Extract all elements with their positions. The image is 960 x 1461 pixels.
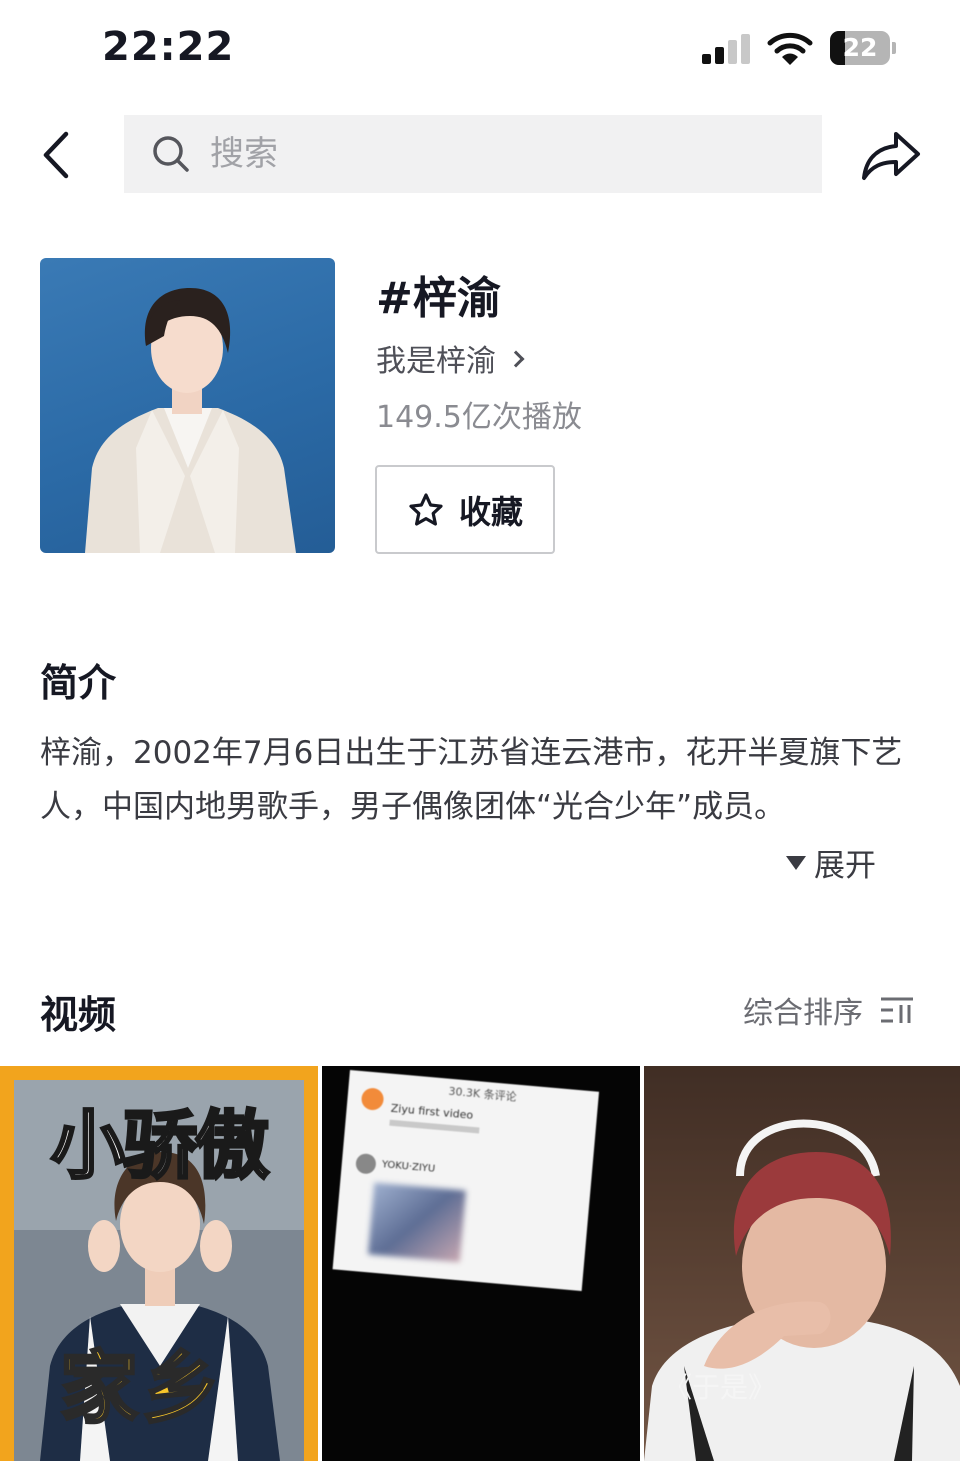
intro-heading: 简介 [40,661,117,705]
creator-name: 我是梓渝 [376,344,496,379]
comment-screenshot: 30.3K 条评论 Ziyu first video YOKU·ZIYU [332,1070,600,1292]
videos-heading: 视频 [40,993,117,1037]
caret-down-icon [786,855,806,870]
comment-text: Ziyu first video [390,1101,474,1122]
topic-page: 22:22 22 搜索 #梓渝 我是梓渝 149.5亿次播放 收藏 简介 梓渝，… [0,0,960,1461]
sort-label: 综合排序 [743,996,863,1031]
portrait-illustration [85,288,296,553]
creator-link[interactable]: 我是梓渝 [376,336,525,380]
expand-label: 展开 [814,848,876,884]
favorite-button[interactable]: 收藏 [375,465,555,554]
battery-level: 22 [842,33,878,62]
blurred-photo [368,1182,466,1263]
search-input[interactable] [210,115,800,193]
intro-text: 梓渝，2002年7月6日出生于江苏省连云港市，花开半夏旗下艺人，中国内地男歌手，… [40,735,903,825]
star-icon [409,492,443,526]
video-title-bottom: 家乡 [58,1343,225,1436]
comments-header: 30.3K 条评论 [447,1084,518,1104]
search-icon [153,136,189,172]
status-time: 22:22 [102,24,235,70]
video-grid: 小骄傲 家乡 30.3K 条评论 Ziyu first video YOKU·Z… [0,1066,960,1461]
expand-button[interactable]: 展开 [786,840,876,885]
comment-meta [389,1119,480,1134]
topic-title: #梓渝 [376,273,501,324]
sort-filter-icon [881,997,913,1023]
wifi-icon [767,32,813,65]
search-bar[interactable] [124,115,822,193]
avatar [355,1152,377,1175]
cellular-signal-icon [702,34,752,64]
video-tile[interactable]: 30.3K 条评论 Ziyu first video YOKU·ZIYU [322,1066,640,1461]
sort-button[interactable]: 综合排序 [743,988,915,1032]
video-tile[interactable]: 《于是》 [644,1066,960,1461]
video-caption: 《于是》 [664,1371,777,1404]
favorite-label: 收藏 [458,492,523,531]
avatar [360,1087,385,1111]
back-icon[interactable] [36,130,80,180]
battery-icon: 22 [830,31,896,65]
video-tile[interactable]: 小骄傲 家乡 [0,1066,318,1461]
video-title-top: 小骄傲 [50,1102,271,1191]
chevron-right-icon [507,350,525,368]
comment-text: YOKU·ZIYU [381,1159,436,1175]
play-count: 149.5亿次播放 [376,400,582,435]
topic-cover-image [40,258,335,553]
share-icon[interactable] [860,130,922,182]
